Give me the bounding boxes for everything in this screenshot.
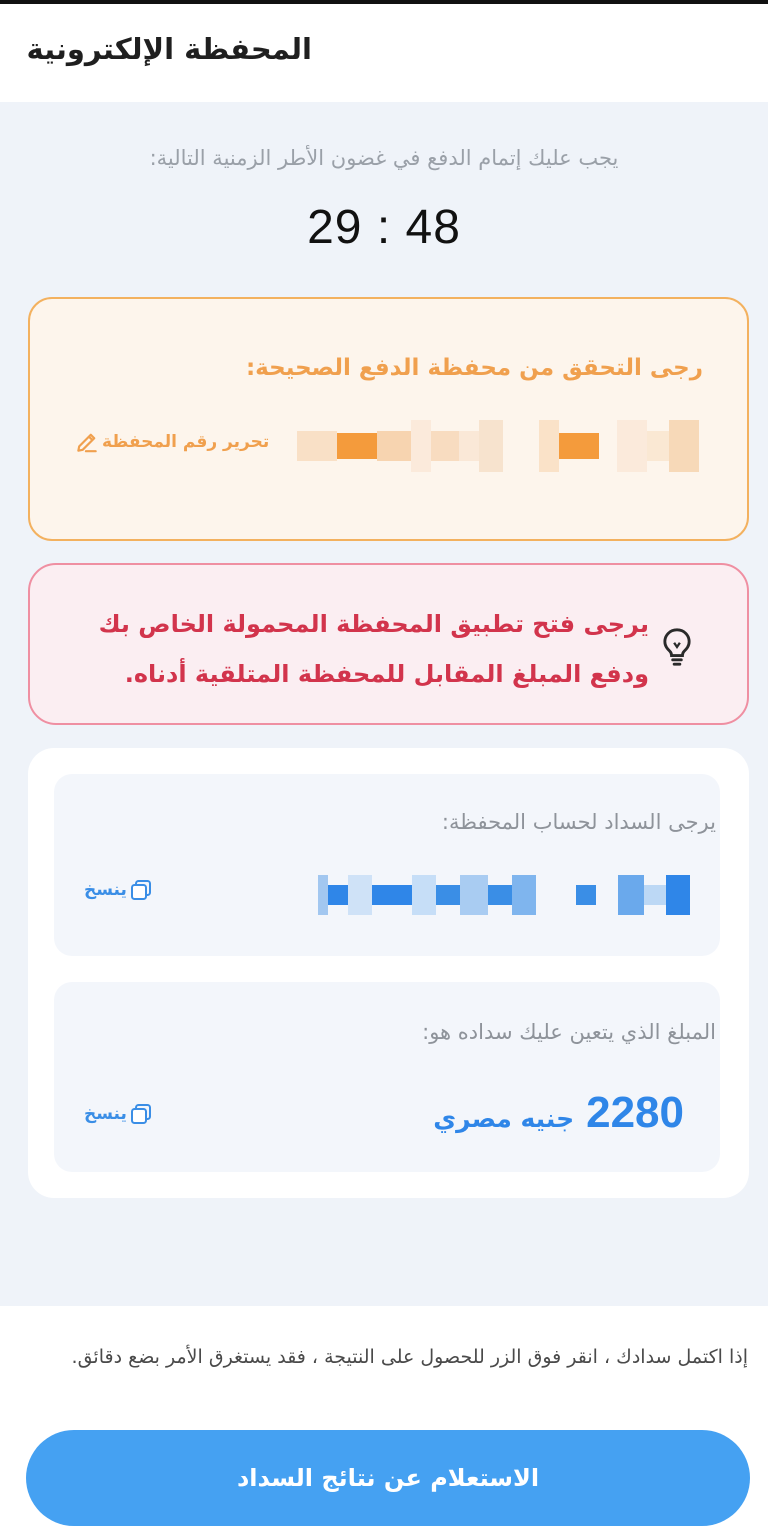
amount-currency: جنيه مصري xyxy=(433,1104,575,1133)
wallet-account-box: يرجى السداد لحساب المحفظة: ينسخ xyxy=(54,774,720,956)
lightbulb-icon xyxy=(663,628,691,666)
footer-panel: إذا اكتمل سدادك ، انقر فوق الزر للحصول ع… xyxy=(0,1306,768,1526)
verify-wallet-title: رجى التحقق من محفظة الدفع الصحيحة: xyxy=(245,355,703,381)
copy-icon xyxy=(130,880,151,900)
verify-wallet-card: رجى التحقق من محفظة الدفع الصحيحة: تحرير… xyxy=(28,297,749,541)
amount-label: المبلغ الذي يتعين عليك سداده هو: xyxy=(422,1020,716,1044)
edit-wallet-number-button[interactable]: تحرير رقم المحفظة xyxy=(74,429,269,455)
amount-value-group: 2280 جنيه مصري xyxy=(433,1088,684,1138)
app-header: المحفظة الإلكترونية xyxy=(0,4,768,102)
payment-deadline-text: يجب عليك إتمام الدفع في غضون الأطر الزمن… xyxy=(149,146,619,170)
completion-note: إذا اكتمل سدادك ، انقر فوق الزر للحصول ع… xyxy=(71,1346,748,1368)
pencil-icon xyxy=(77,433,97,453)
instruction-alert-card: يرجى فتح تطبيق المحفظة المحمولة الخاص بك… xyxy=(28,563,749,725)
copy-amount-button[interactable]: ينسخ xyxy=(84,1102,153,1126)
masked-wallet-number xyxy=(297,417,699,475)
countdown-timer: 29 : 48 xyxy=(307,201,461,254)
masked-wallet-account xyxy=(318,874,690,916)
amount-value: 2280 xyxy=(586,1088,684,1137)
copy-amount-label: ينسخ xyxy=(84,1104,127,1124)
page-title: المحفظة الإلكترونية xyxy=(26,32,312,66)
payment-info-panel: يرجى السداد لحساب المحفظة: ينسخ المبلغ ا… xyxy=(28,748,749,1198)
wallet-payment-page: المحفظة الإلكترونية يجب عليك إتمام الدفع… xyxy=(0,0,768,1526)
query-payment-results-button[interactable]: الاستعلام عن نتائج السداد xyxy=(26,1430,750,1526)
instruction-alert-message: يرجى فتح تطبيق المحفظة المحمولة الخاص بك… xyxy=(98,610,649,688)
copy-account-button[interactable]: ينسخ xyxy=(84,878,153,902)
edit-wallet-number-label: تحرير رقم المحفظة xyxy=(102,432,270,452)
copy-account-label: ينسخ xyxy=(84,880,127,900)
amount-box: المبلغ الذي يتعين عليك سداده هو: 2280 جن… xyxy=(54,982,720,1172)
wallet-account-label: يرجى السداد لحساب المحفظة: xyxy=(441,810,716,834)
copy-icon xyxy=(130,1104,151,1124)
